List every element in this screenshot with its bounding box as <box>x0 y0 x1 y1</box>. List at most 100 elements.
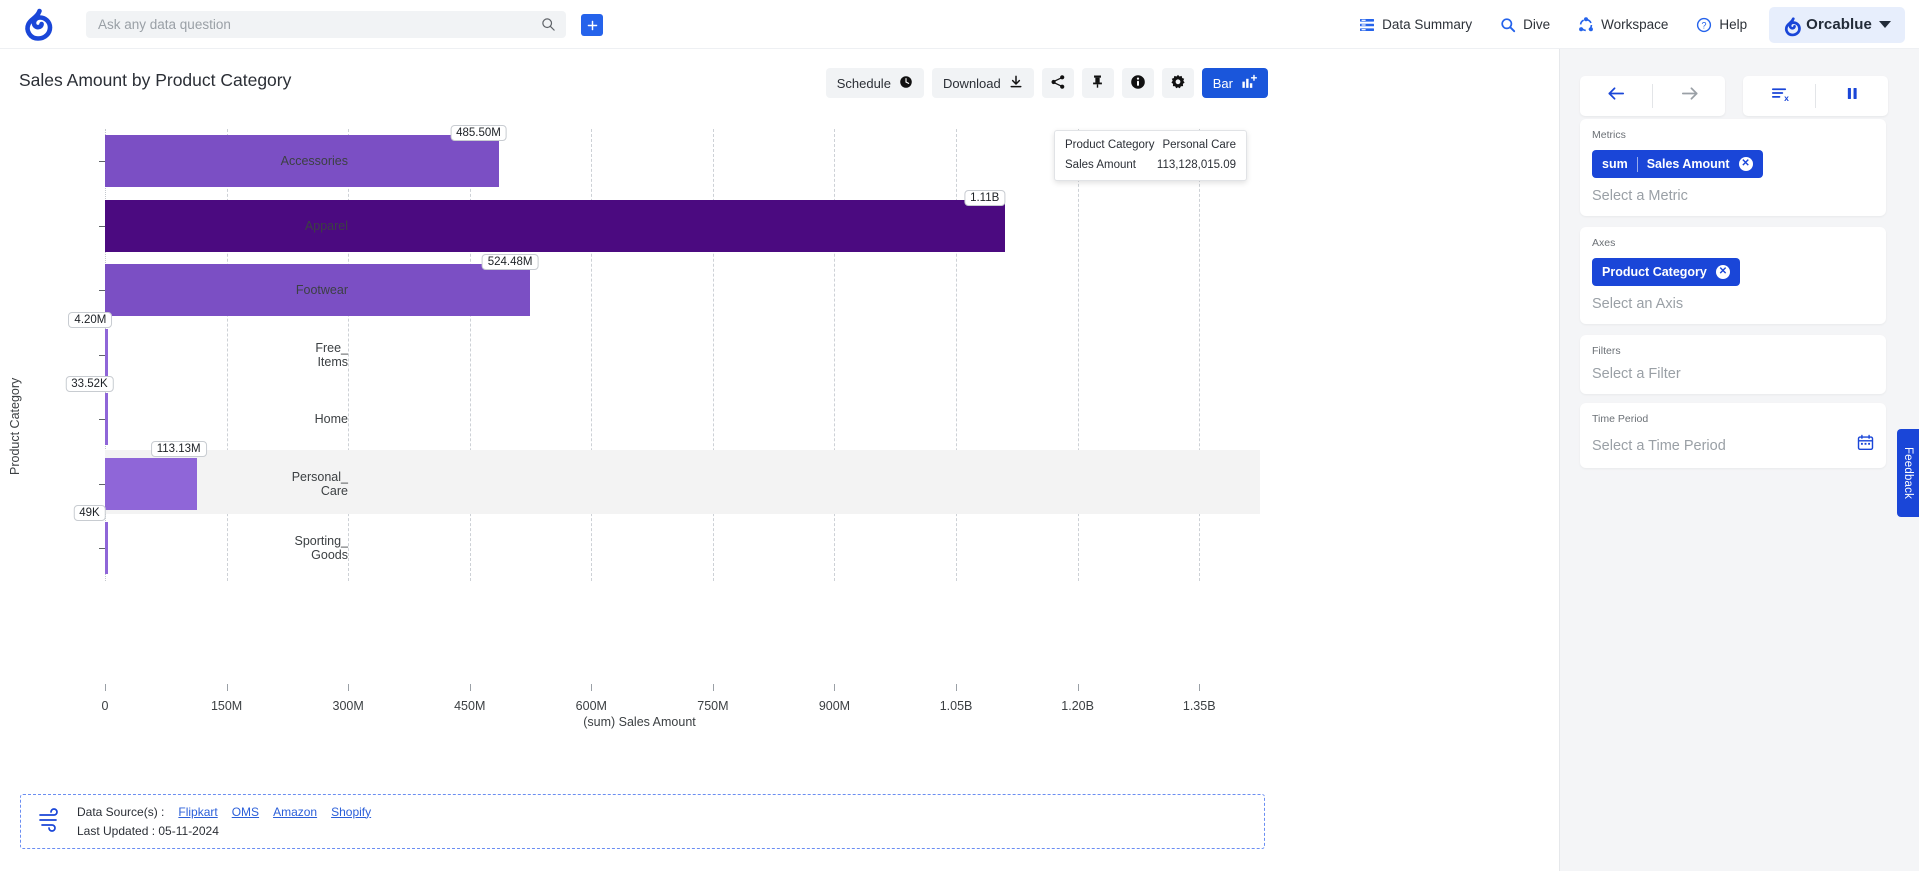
data-source-link-flipkart[interactable]: Flipkart <box>178 805 217 819</box>
nav-item-data-summary[interactable]: Data Summary <box>1345 0 1486 49</box>
chart-type-label: Bar <box>1212 75 1233 91</box>
chart-tooltip: Product Category Personal Care Sales Amo… <box>1054 130 1247 181</box>
x-axis-tick-label: 900M <box>818 699 851 713</box>
orca-logo-icon[interactable] <box>22 8 56 42</box>
search-icon <box>1500 17 1516 33</box>
bar-chart-plus-icon <box>1241 74 1258 93</box>
tooltip-row: Product Category Personal Care <box>1065 139 1236 151</box>
metric-select-placeholder[interactable]: Select a Metric <box>1592 188 1874 204</box>
search-bar[interactable] <box>86 11 566 38</box>
bar-value-label: 49K <box>73 505 106 522</box>
axis-select-placeholder[interactable]: Select an Axis <box>1592 296 1874 312</box>
metric-chip-sales-amount[interactable]: sum Sales Amount ✕ <box>1592 150 1763 178</box>
add-button[interactable] <box>581 14 603 36</box>
pause-button[interactable] <box>1816 76 1888 116</box>
y-axis-label-accessories: Accessories <box>280 154 348 169</box>
schedule-label: Schedule <box>836 75 891 91</box>
plot-area: 0 150M 300M 450M 600M 750M 900M 1.05B 1.20B 1.35B… <box>65 117 1522 713</box>
top-nav-links: Data Summary Dive Workspace ? Help Orcab… <box>1345 0 1919 49</box>
calendar-icon[interactable] <box>1857 434 1874 456</box>
y-axis-label-sporting-goods: Sporting_ Goods <box>294 534 348 563</box>
x-axis-tick <box>591 684 593 691</box>
data-source-link-oms[interactable]: OMS <box>232 805 259 819</box>
bar-free-items[interactable] <box>105 328 109 381</box>
divider <box>1636 156 1638 172</box>
x-axis-tick-label: 750M <box>697 699 729 713</box>
bar-value-label: 485.50M <box>450 125 507 142</box>
filter-select-placeholder[interactable]: Select a Filter <box>1592 366 1874 382</box>
bar-personal-care[interactable] <box>105 457 197 510</box>
data-source-link-shopify[interactable]: Shopify <box>331 805 371 819</box>
info-icon <box>1130 74 1146 93</box>
arrow-left-icon <box>1606 83 1627 109</box>
bar-value-label: 4.20M <box>68 311 113 328</box>
back-button[interactable] <box>1580 76 1652 116</box>
axis-chip-product-category[interactable]: Product Category ✕ <box>1592 258 1740 286</box>
clear-list-icon: x <box>1769 83 1790 109</box>
x-axis-tick-label: 300M <box>332 699 364 713</box>
data-sources-row: Data Source(s) : Flipkart OMS Amazon Shopify <box>77 803 371 822</box>
x-axis-tick-label: 0 <box>101 699 109 713</box>
pin-button[interactable] <box>1081 68 1114 98</box>
tooltip-row: Sales Amount 113,128,015.09 <box>1065 159 1236 171</box>
metrics-card: Metrics sum Sales Amount ✕ Select a Metr… <box>1580 119 1886 216</box>
download-button[interactable]: Download <box>931 68 1034 98</box>
config-panel: x Metrics sum Sales Amount ✕ Select a Me… <box>1559 49 1919 871</box>
bar-value-label: 33.52K <box>65 376 114 393</box>
chart-type-button[interactable]: Bar <box>1201 68 1268 98</box>
time-period-label: Time Period <box>1592 413 1649 425</box>
axes-label: Axes <box>1592 237 1616 249</box>
nav-item-label: Data Summary <box>1382 17 1473 32</box>
settings-button[interactable] <box>1161 68 1194 98</box>
nav-item-label: Help <box>1719 17 1748 32</box>
y-axis-tick <box>99 161 105 163</box>
bar-sporting-goods[interactable] <box>105 522 108 575</box>
x-axis-tick <box>1077 684 1079 691</box>
workspace-icon <box>1578 16 1594 33</box>
bar-apparel[interactable] <box>105 199 1005 252</box>
info-button[interactable] <box>1121 68 1154 98</box>
chart-toolbar: Schedule Download Bar <box>825 68 1268 98</box>
help-icon: ? <box>1696 17 1712 33</box>
axes-card: Axes Product Category ✕ Select an Axis <box>1580 227 1886 324</box>
clock-icon <box>899 75 913 92</box>
nav-item-help[interactable]: ? Help <box>1682 0 1761 49</box>
time-period-select-placeholder[interactable]: Select a Time Period <box>1592 438 1726 454</box>
schedule-button[interactable]: Schedule <box>825 68 924 98</box>
filters-card: Filters Select a Filter <box>1580 335 1886 394</box>
history-nav-group <box>1580 76 1725 116</box>
download-label: Download <box>942 75 1001 91</box>
time-period-card: Time Period Select a Time Period <box>1580 403 1886 468</box>
feedback-tab[interactable]: Feedback <box>1897 429 1919 517</box>
x-axis-title: (sum) Sales Amount <box>583 715 696 729</box>
pause-icon <box>1843 84 1862 108</box>
forward-button[interactable] <box>1653 76 1725 116</box>
workspace-name: Orcablue <box>1806 16 1872 33</box>
svg-text:x: x <box>1784 93 1789 103</box>
clear-filters-button[interactable]: x <box>1743 76 1815 116</box>
data-summary-icon <box>1359 17 1375 33</box>
close-circle-icon[interactable]: ✕ <box>1738 157 1753 171</box>
x-axis-tick <box>105 684 106 691</box>
x-axis-tick <box>834 684 836 691</box>
nav-item-workspace[interactable]: Workspace <box>1564 0 1682 49</box>
data-sources-label: Data Source(s) : <box>77 804 165 819</box>
nav-item-dive[interactable]: Dive <box>1486 0 1564 49</box>
search-input[interactable] <box>96 16 541 33</box>
nav-item-label: Workspace <box>1601 17 1669 32</box>
y-axis-label-footwear: Footwear <box>295 283 348 298</box>
data-flow-icon <box>37 806 63 837</box>
close-circle-icon[interactable]: ✕ <box>1715 265 1730 279</box>
bar-home[interactable] <box>105 393 108 446</box>
y-axis-tick <box>99 483 105 485</box>
x-axis-tick-label: 600M <box>575 699 607 713</box>
data-source-link-amazon[interactable]: Amazon <box>273 805 317 819</box>
y-axis-tick <box>99 290 105 292</box>
y-axis-label-home: Home <box>314 412 348 427</box>
x-axis-tick-label: 450M <box>454 699 486 713</box>
y-axis-tick <box>99 354 105 356</box>
filters-label: Filters <box>1592 345 1621 357</box>
workspace-selector[interactable]: Orcablue <box>1769 6 1905 43</box>
share-button[interactable] <box>1041 68 1074 98</box>
x-axis-tick <box>469 684 471 691</box>
